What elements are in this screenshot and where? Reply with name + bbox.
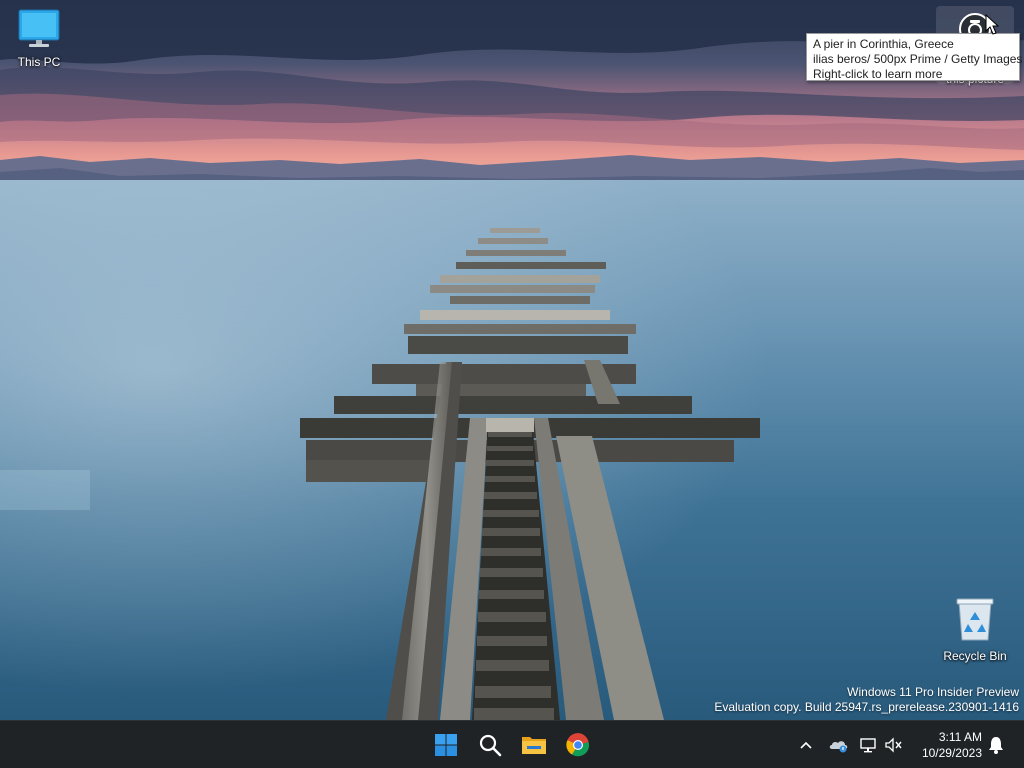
volume-muted-icon: [885, 737, 902, 753]
clock-time: 3:11 AM: [938, 730, 982, 744]
volume-tray-button[interactable]: [884, 735, 904, 755]
start-button[interactable]: [426, 725, 466, 765]
show-hidden-icons-button[interactable]: [796, 735, 816, 755]
evaluation-watermark: Windows 11 Pro Insider Preview Evaluatio…: [714, 685, 1019, 715]
desktop-icon-label: Recycle Bin: [943, 649, 1007, 663]
chrome-button[interactable]: [558, 725, 598, 765]
watermark-edition: Windows 11 Pro Insider Preview: [847, 685, 1019, 699]
tooltip-line: ilias beros/ 500px Prime / Getty Images: [813, 52, 1023, 66]
folder-icon: [522, 737, 546, 754]
network-icon: [860, 738, 876, 753]
recycle-bin-icon: [937, 596, 1013, 645]
taskbar-clock[interactable]: 3:11 AM 10/29/2023: [912, 729, 982, 761]
windows-logo-icon: [435, 734, 457, 756]
notifications-button[interactable]: [986, 735, 1006, 755]
search-button[interactable]: [470, 725, 510, 765]
chrome-icon: [566, 733, 590, 757]
taskbar: 3:11 AM 10/29/2023: [0, 720, 1024, 768]
mouse-pointer-icon: [985, 14, 999, 35]
chevron-up-icon: [800, 741, 812, 749]
tooltip-line: Right-click to learn more: [813, 67, 943, 81]
tooltip-line: A pier in Corinthia, Greece: [813, 37, 954, 51]
picture-info-tooltip: A pier in Corinthia, Greece ilias beros/…: [806, 33, 1023, 81]
onedrive-tray-button[interactable]: [828, 735, 848, 755]
desktop-icon-label: This PC: [17, 55, 61, 69]
clock-date: 10/29/2023: [921, 746, 982, 760]
desktop[interactable]: This PC Recycle Bin this picture A pie: [0, 0, 1024, 720]
network-tray-button[interactable]: [858, 735, 878, 755]
search-icon: [479, 734, 502, 757]
computer-monitor-icon: [1, 8, 77, 51]
desktop-icon-this-pc[interactable]: This PC: [1, 8, 77, 69]
watermark-build: Evaluation copy. Build 25947.rs_prerelea…: [714, 700, 1019, 714]
onedrive-icon: [829, 741, 848, 753]
desktop-icon-recycle-bin[interactable]: Recycle Bin: [937, 596, 1013, 663]
bell-icon: [989, 737, 1003, 754]
file-explorer-button[interactable]: [514, 725, 554, 765]
wallpaper-image: [0, 0, 1024, 720]
